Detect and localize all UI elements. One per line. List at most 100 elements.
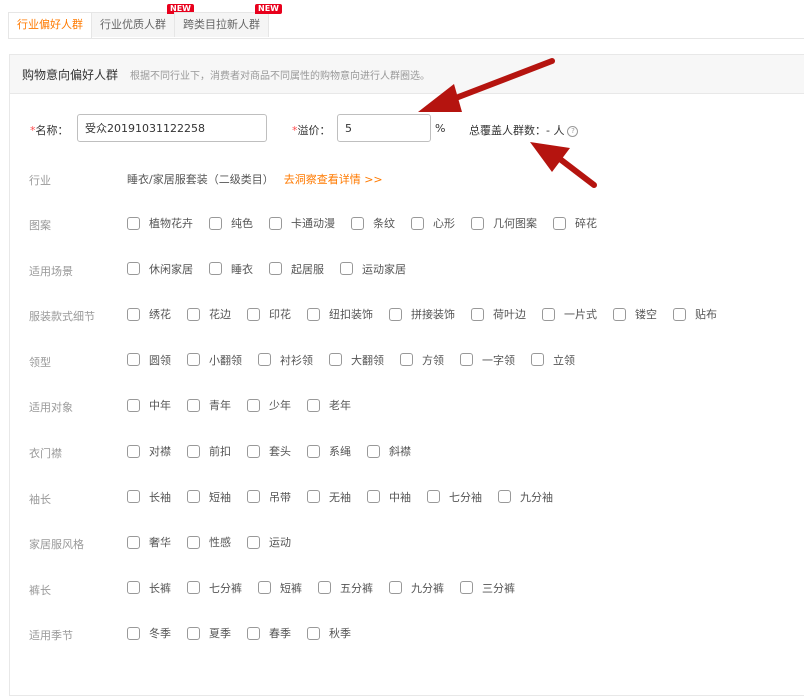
option-checkbox[interactable]: 方领 (400, 352, 444, 368)
checkbox-icon[interactable] (187, 398, 200, 412)
option-checkbox[interactable]: 夏季 (187, 625, 231, 641)
checkbox-icon[interactable] (247, 535, 260, 549)
checkbox-icon[interactable] (673, 307, 686, 321)
option-checkbox[interactable]: 春季 (247, 625, 291, 641)
checkbox-icon[interactable] (247, 444, 260, 458)
checkbox-icon[interactable] (127, 444, 140, 458)
checkbox-icon[interactable] (460, 581, 473, 595)
checkbox-icon[interactable] (187, 444, 200, 458)
checkbox-icon[interactable] (258, 353, 271, 367)
checkbox-icon[interactable] (307, 398, 320, 412)
option-checkbox[interactable]: 七分裤 (187, 580, 242, 596)
checkbox-icon[interactable] (269, 216, 282, 230)
option-checkbox[interactable]: 青年 (187, 397, 231, 413)
option-checkbox[interactable]: 运动家居 (340, 261, 406, 277)
checkbox-icon[interactable] (307, 626, 320, 640)
option-checkbox[interactable]: 对襟 (127, 443, 171, 459)
checkbox-icon[interactable] (127, 262, 140, 276)
option-checkbox[interactable]: 条纹 (351, 215, 395, 231)
checkbox-icon[interactable] (127, 216, 140, 230)
checkbox-icon[interactable] (187, 490, 200, 504)
option-checkbox[interactable]: 植物花卉 (127, 215, 193, 231)
option-checkbox[interactable]: 碎花 (553, 215, 597, 231)
option-checkbox[interactable]: 起居服 (269, 261, 324, 277)
option-checkbox[interactable]: 九分袖 (498, 489, 553, 505)
option-checkbox[interactable]: 睡衣 (209, 261, 253, 277)
view-details-link[interactable]: 去洞察查看详情 >> (284, 170, 383, 190)
checkbox-icon[interactable] (247, 398, 260, 412)
checkbox-icon[interactable] (340, 262, 353, 276)
checkbox-icon[interactable] (531, 353, 544, 367)
checkbox-icon[interactable] (498, 490, 511, 504)
option-checkbox[interactable]: 小翻领 (187, 352, 242, 368)
checkbox-icon[interactable] (127, 307, 140, 321)
option-checkbox[interactable]: 五分裤 (318, 580, 373, 596)
option-checkbox[interactable]: 贴布 (673, 306, 717, 322)
checkbox-icon[interactable] (209, 216, 222, 230)
checkbox-icon[interactable] (127, 535, 140, 549)
option-checkbox[interactable]: 三分裤 (460, 580, 515, 596)
option-checkbox[interactable]: 衬衫领 (258, 352, 313, 368)
checkbox-icon[interactable] (307, 307, 320, 321)
option-checkbox[interactable]: 长裤 (127, 580, 171, 596)
option-checkbox[interactable]: 中年 (127, 397, 171, 413)
checkbox-icon[interactable] (329, 353, 342, 367)
tab-3[interactable]: 跨类目拉新人群 NEW (174, 4, 282, 37)
option-checkbox[interactable]: 奢华 (127, 534, 171, 550)
option-checkbox[interactable]: 短袖 (187, 489, 231, 505)
checkbox-icon[interactable] (209, 262, 222, 276)
checkbox-icon[interactable] (247, 490, 260, 504)
checkbox-icon[interactable] (269, 262, 282, 276)
option-checkbox[interactable]: 一字领 (460, 352, 515, 368)
checkbox-icon[interactable] (187, 626, 200, 640)
option-checkbox[interactable]: 休闲家居 (127, 261, 193, 277)
checkbox-icon[interactable] (553, 216, 566, 230)
option-checkbox[interactable]: 纯色 (209, 215, 253, 231)
checkbox-icon[interactable] (427, 490, 440, 504)
premium-input[interactable] (337, 114, 431, 142)
option-checkbox[interactable]: 老年 (307, 397, 351, 413)
option-checkbox[interactable]: 秋季 (307, 625, 351, 641)
option-checkbox[interactable]: 卡通动漫 (269, 215, 335, 231)
checkbox-icon[interactable] (471, 307, 484, 321)
option-checkbox[interactable]: 斜襟 (367, 443, 411, 459)
option-checkbox[interactable]: 吊带 (247, 489, 291, 505)
checkbox-icon[interactable] (127, 398, 140, 412)
checkbox-icon[interactable] (247, 307, 260, 321)
question-circle-icon[interactable]: ? (567, 125, 579, 137)
checkbox-icon[interactable] (351, 216, 364, 230)
checkbox-icon[interactable] (389, 307, 402, 321)
option-checkbox[interactable]: 荷叶边 (471, 306, 526, 322)
option-checkbox[interactable]: 圆领 (127, 352, 171, 368)
option-checkbox[interactable]: 中袖 (367, 489, 411, 505)
checkbox-icon[interactable] (613, 307, 626, 321)
option-checkbox[interactable]: 无袖 (307, 489, 351, 505)
option-checkbox[interactable]: 少年 (247, 397, 291, 413)
checkbox-icon[interactable] (187, 535, 200, 549)
option-checkbox[interactable]: 印花 (247, 306, 291, 322)
tab-2[interactable]: 行业优质人群 NEW (91, 4, 194, 37)
checkbox-icon[interactable] (187, 353, 200, 367)
name-input[interactable] (77, 114, 267, 142)
checkbox-icon[interactable] (367, 490, 380, 504)
option-checkbox[interactable]: 绣花 (127, 306, 171, 322)
option-checkbox[interactable]: 短裤 (258, 580, 302, 596)
option-checkbox[interactable]: 心形 (411, 215, 455, 231)
option-checkbox[interactable]: 七分袖 (427, 489, 482, 505)
option-checkbox[interactable]: 冬季 (127, 625, 171, 641)
checkbox-icon[interactable] (127, 626, 140, 640)
checkbox-icon[interactable] (460, 353, 473, 367)
option-checkbox[interactable]: 大翻领 (329, 352, 384, 368)
option-checkbox[interactable]: 长袖 (127, 489, 171, 505)
checkbox-icon[interactable] (411, 216, 424, 230)
option-checkbox[interactable]: 九分裤 (389, 580, 444, 596)
checkbox-icon[interactable] (307, 444, 320, 458)
tab-1[interactable]: 行业偏好人群 (8, 12, 92, 38)
option-checkbox[interactable]: 镂空 (613, 306, 657, 322)
checkbox-icon[interactable] (187, 307, 200, 321)
option-checkbox[interactable]: 一片式 (542, 306, 597, 322)
option-checkbox[interactable]: 运动 (247, 534, 291, 550)
option-checkbox[interactable]: 纽扣装饰 (307, 306, 373, 322)
checkbox-icon[interactable] (471, 216, 484, 230)
checkbox-icon[interactable] (542, 307, 555, 321)
